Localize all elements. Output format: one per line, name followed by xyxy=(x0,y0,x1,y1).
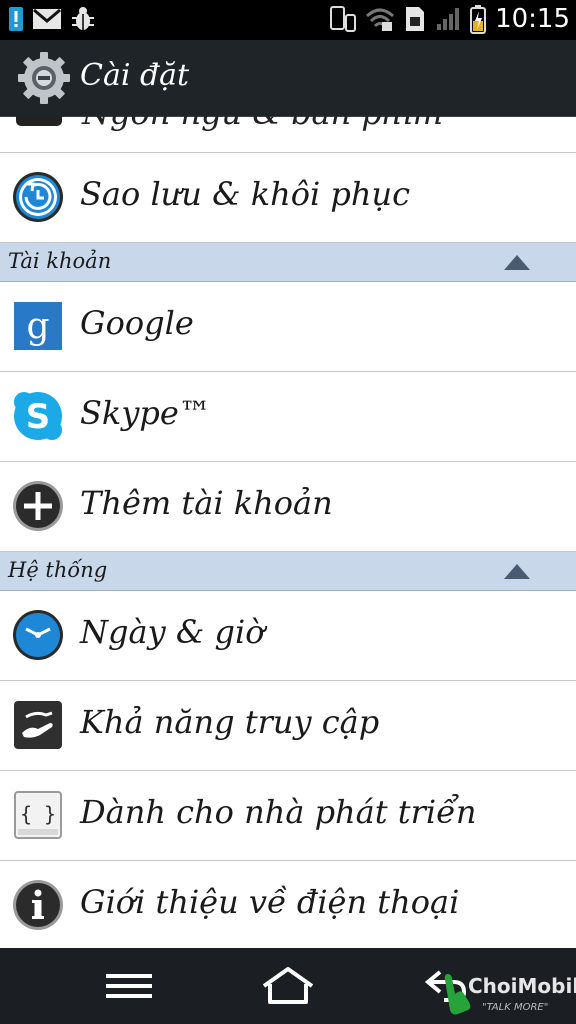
list-item-label: Ngày & giờ xyxy=(80,613,265,651)
clock-time: 10:15 xyxy=(495,4,570,34)
list-item-skype[interactable]: S Skype™ xyxy=(0,372,576,462)
device-icon xyxy=(330,6,357,32)
skype-icon: S xyxy=(14,392,62,440)
status-bar: 10:15 xyxy=(0,0,576,40)
svg-text:S: S xyxy=(26,397,51,437)
backup-restore-icon xyxy=(13,172,63,222)
list-item-label: Thêm tài khoản xyxy=(80,484,333,522)
list-item-label: Giới thiệu về điện thoại xyxy=(80,883,460,921)
collapse-arrow-icon[interactable] xyxy=(504,564,530,579)
section-header-system[interactable]: Hệ thống xyxy=(0,552,576,591)
list-item-about-phone[interactable]: Giới thiệu về điện thoại xyxy=(0,861,576,951)
list-item-developer[interactable]: { } Dành cho nhà phát triển xyxy=(0,771,576,861)
sim-icon xyxy=(406,7,425,31)
menu-icon[interactable] xyxy=(104,966,154,1006)
watermark-slogan: "TALK MORE" xyxy=(482,1002,549,1013)
navigation-bar: ChoiMobile "TALK MORE" xyxy=(0,948,576,1024)
list-item-backup[interactable]: Sao lưu & khôi phục xyxy=(0,153,576,243)
section-header-label: Tài khoản xyxy=(8,249,112,273)
page-title: Cài đặt xyxy=(80,58,190,93)
list-item-label: Ngôn ngữ & bàn phím xyxy=(82,116,443,132)
list-item-add-account[interactable]: Thêm tài khoản xyxy=(0,462,576,552)
accessibility-icon xyxy=(14,701,62,749)
battery-icon xyxy=(470,5,487,34)
list-item-date-time[interactable]: Ngày & giờ xyxy=(0,591,576,681)
google-icon: g xyxy=(14,302,62,350)
list-item-label: Dành cho nhà phát triển xyxy=(80,793,477,831)
wifi-icon xyxy=(366,8,395,31)
list-item-label: Skype™ xyxy=(80,394,211,432)
section-header-label: Hệ thống xyxy=(8,558,108,582)
action-bar: Cài đặt xyxy=(0,40,576,117)
clock-icon xyxy=(13,610,63,660)
svg-text:{ }: { } xyxy=(20,802,56,826)
list-item-label: Khả năng truy cập xyxy=(80,703,380,741)
developer-icon: { } xyxy=(14,791,62,839)
keyboard-icon xyxy=(16,116,62,126)
collapse-arrow-icon[interactable] xyxy=(504,255,530,270)
alert-icon xyxy=(9,7,23,31)
list-item-google[interactable]: g Google xyxy=(0,282,576,372)
list-item-label: Google xyxy=(80,304,194,342)
list-item[interactable]: Ngôn ngữ & bàn phím xyxy=(0,116,576,153)
settings-gear-icon[interactable] xyxy=(18,52,70,104)
home-icon[interactable] xyxy=(260,966,316,1006)
list-item-label: Sao lưu & khôi phục xyxy=(80,175,411,213)
add-account-icon xyxy=(13,481,63,531)
list-item-accessibility[interactable]: Khả năng truy cập xyxy=(0,681,576,771)
info-icon xyxy=(13,880,63,930)
watermark: ChoiMobile "TALK MORE" xyxy=(442,970,576,1020)
section-header-accounts[interactable]: Tài khoản xyxy=(0,243,576,282)
watermark-text: ChoiMobile xyxy=(468,974,576,998)
signal-icon xyxy=(437,8,460,30)
debug-icon xyxy=(72,7,94,30)
settings-list: Ngôn ngữ & bàn phím Sao lưu & khôi phục … xyxy=(0,116,576,951)
svg-text:g: g xyxy=(26,306,49,347)
gmail-icon xyxy=(33,8,61,29)
